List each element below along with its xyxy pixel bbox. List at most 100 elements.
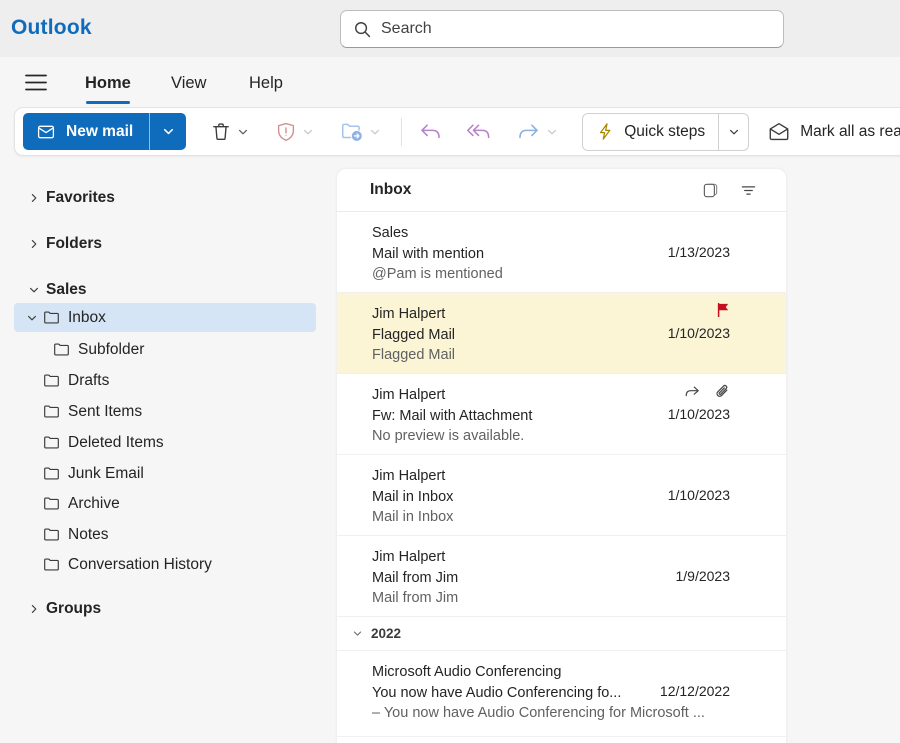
folder-icon	[43, 556, 60, 573]
folder-label: Junk Email	[68, 465, 144, 483]
new-mail-dropdown-button[interactable]	[149, 113, 186, 150]
toolbar-separator	[401, 118, 402, 146]
mark-all-as-read-button[interactable]: Mark all as read	[767, 120, 900, 144]
chevron-down-icon	[546, 126, 558, 138]
email-subject: Mail from Jim	[372, 568, 656, 589]
chevron-down-icon	[302, 126, 314, 138]
mail-icon	[36, 122, 56, 142]
delete-button[interactable]	[206, 117, 253, 147]
flag-icon[interactable]	[716, 302, 730, 317]
email-preview: No preview is available.	[372, 426, 746, 447]
email-sender: Jim Halpert	[372, 304, 656, 325]
lightning-icon	[596, 122, 615, 141]
chevron-down-icon	[369, 126, 381, 138]
message-list-pane: Inbox Sales Mail with mention @Pam is me…	[337, 169, 786, 743]
list-item[interactable]: Jim Halpert Mail in Inbox Mail in Inbox …	[337, 455, 786, 536]
shield-error-icon	[275, 121, 297, 143]
mail-read-icon	[767, 120, 791, 144]
sidebar-item-junk-email[interactable]: Junk Email	[14, 459, 316, 488]
hamburger-menu-icon[interactable]	[24, 70, 48, 94]
folder-move-icon	[340, 120, 364, 144]
attachment-icon	[714, 383, 730, 400]
tab-help[interactable]: Help	[249, 65, 283, 101]
search-input[interactable]	[381, 20, 771, 38]
email-date: 1/10/2023	[668, 487, 730, 503]
ribbon-menubar: Home View Help	[0, 57, 900, 107]
email-preview: Flagged Mail	[372, 345, 746, 366]
filter-icon	[740, 182, 757, 199]
section-label: Favorites	[46, 189, 115, 207]
forward-icon	[516, 119, 541, 144]
email-sender: Jim Halpert	[372, 547, 656, 568]
list-item[interactable]: Jim Halpert Flagged Mail Flagged Mail 1/…	[337, 293, 786, 374]
move-to-folder-button[interactable]	[336, 116, 385, 148]
date-group-header[interactable]: 2022	[337, 617, 786, 651]
search-icon	[353, 20, 372, 39]
tab-view-label: View	[171, 74, 206, 92]
list-item[interactable]: Sales Mail with mention @Pam is mentione…	[337, 212, 786, 293]
folder-icon	[43, 495, 60, 512]
folder-label: Inbox	[68, 309, 106, 327]
sidebar-item-drafts[interactable]: Drafts	[14, 366, 316, 395]
email-sender: Microsoft Audio Conferencing	[372, 662, 656, 683]
folder-icon	[43, 434, 60, 451]
tab-home[interactable]: Home	[85, 65, 131, 101]
sidebar-item-deleted-items[interactable]: Deleted Items	[14, 428, 316, 457]
list-item[interactable]: Jim Halpert Fw: Mail with Attachment No …	[337, 374, 786, 455]
group-header-label: 2022	[371, 626, 401, 641]
chevron-down-icon	[352, 628, 363, 639]
email-subject: Mail with mention	[372, 244, 656, 265]
app-logo[interactable]: Outlook	[11, 16, 92, 40]
reply-all-button[interactable]	[461, 115, 496, 148]
email-subject: Mail in Inbox	[372, 487, 656, 508]
email-preview: – You now have Audio Conferencing for Mi…	[372, 703, 746, 724]
email-preview: Mail from Jim	[372, 588, 746, 609]
sidebar-item-conversation-history[interactable]: Conversation History	[14, 550, 316, 579]
sidebar-section-folders[interactable]: Folders	[0, 229, 330, 258]
tab-view[interactable]: View	[171, 65, 206, 101]
active-tab-underline	[86, 101, 130, 105]
email-subject: You now have Audio Conferencing fo...	[372, 683, 656, 704]
filter-button[interactable]	[738, 180, 759, 201]
folder-icon	[53, 341, 70, 358]
chevron-down-icon	[162, 125, 175, 138]
folder-icon	[43, 403, 60, 420]
list-item[interactable]: Microsoft Audio Conferencing You now hav…	[337, 651, 786, 737]
forward-button[interactable]	[512, 115, 562, 148]
tab-home-label: Home	[85, 74, 131, 92]
report-button[interactable]	[271, 117, 318, 147]
email-date: 1/13/2023	[668, 244, 730, 260]
folder-icon	[43, 372, 60, 389]
folder-label: Archive	[68, 495, 120, 513]
mark-all-as-read-label: Mark all as read	[800, 123, 900, 141]
quick-steps-dropdown-button[interactable]	[718, 114, 748, 150]
sidebar-section-groups[interactable]: Groups	[0, 594, 330, 623]
folder-icon	[43, 309, 60, 326]
new-mail-button[interactable]: New mail	[23, 113, 149, 150]
email-subject: Flagged Mail	[372, 325, 656, 346]
quick-steps-button[interactable]: Quick steps	[583, 114, 718, 150]
sidebar-item-notes[interactable]: Notes	[14, 520, 316, 549]
folder-icon	[43, 465, 60, 482]
email-date: 1/10/2023	[668, 406, 730, 422]
sidebar-section-sales[interactable]: Sales	[0, 275, 330, 304]
sidebar-section-favorites[interactable]: Favorites	[0, 183, 330, 212]
sidebar-item-subfolder[interactable]: Subfolder	[14, 335, 316, 364]
forwarded-icon	[683, 384, 701, 400]
list-item[interactable]: Jim Halpert Mail from Jim Mail from Jim …	[337, 536, 786, 617]
list-title: Inbox	[370, 181, 683, 199]
chevron-down-icon	[237, 126, 249, 138]
tab-help-label: Help	[249, 74, 283, 92]
email-preview: Mail in Inbox	[372, 507, 746, 528]
select-all-button[interactable]	[700, 180, 721, 201]
chevron-down-icon[interactable]	[26, 312, 43, 324]
search-box[interactable]	[340, 10, 784, 48]
chevron-down-icon	[28, 284, 40, 296]
sidebar-item-sent-items[interactable]: Sent Items	[14, 397, 316, 426]
chevron-down-icon	[728, 126, 740, 138]
folder-sidebar: Favorites Folders Sales Inbox Subfolder	[0, 156, 330, 743]
sidebar-item-archive[interactable]: Archive	[14, 489, 316, 518]
email-date: 12/12/2022	[660, 683, 730, 699]
reply-button[interactable]	[414, 115, 447, 148]
sidebar-item-inbox[interactable]: Inbox	[14, 303, 316, 332]
